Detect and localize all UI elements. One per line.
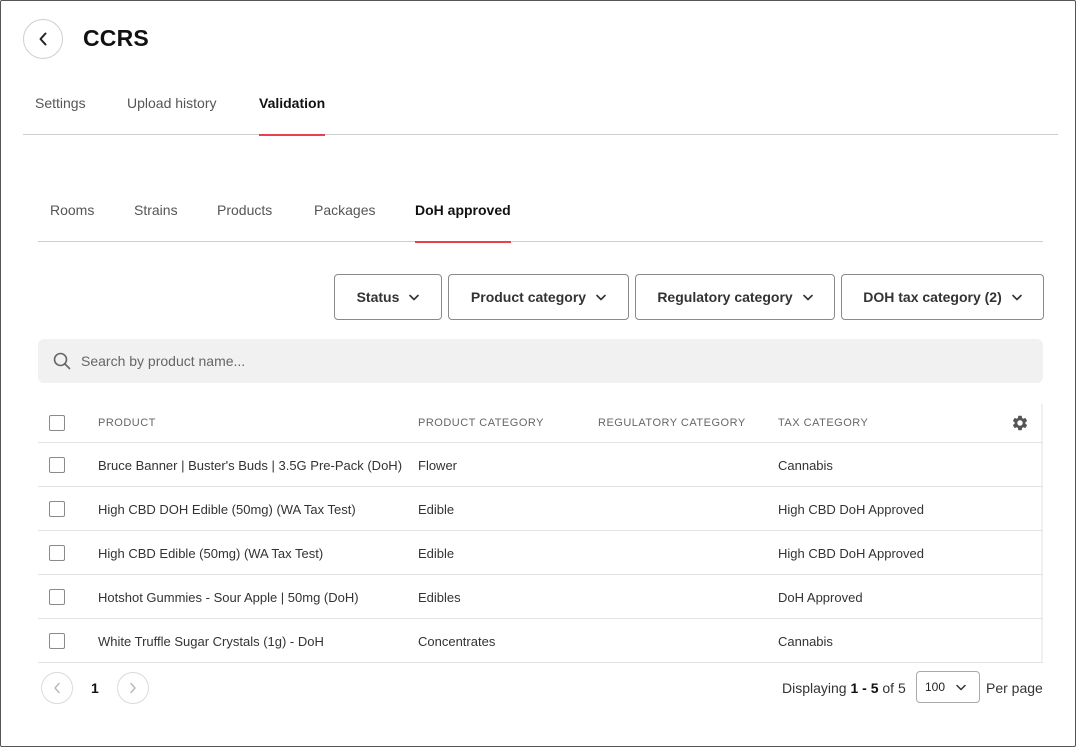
status-filter-button[interactable]: Status (334, 274, 442, 320)
cell-tax-category: High CBD DoH Approved (778, 546, 924, 561)
status-filter-label: Status (356, 289, 400, 305)
cell-product: High CBD DOH Edible (50mg) (WA Tax Test) (98, 502, 356, 517)
chevron-right-icon (130, 682, 136, 694)
cell-product: Hotshot Gummies - Sour Apple | 50mg (DoH… (98, 590, 359, 605)
tab-upload-history[interactable]: Upload history (127, 95, 217, 135)
tab-settings[interactable]: Settings (35, 95, 86, 135)
search-input[interactable] (81, 339, 1021, 383)
cell-product: High CBD Edible (50mg) (WA Tax Test) (98, 546, 324, 561)
per-page-label: Per page (986, 680, 1043, 696)
doh-tax-category-filter-button[interactable]: DOH tax category (2) (841, 274, 1044, 320)
products-table: PRODUCT PRODUCT CATEGORY REGULATORY CATE… (38, 404, 1043, 663)
table-header: PRODUCT PRODUCT CATEGORY REGULATORY CATE… (38, 404, 1043, 443)
column-header-product-category[interactable]: PRODUCT CATEGORY (418, 417, 544, 429)
table-row[interactable]: White Truffle Sugar Crystals (1g) - DoH … (38, 619, 1043, 663)
previous-page-button[interactable] (41, 672, 73, 704)
row-checkbox[interactable] (49, 589, 65, 605)
column-header-product[interactable]: PRODUCT (98, 417, 156, 429)
chevron-left-icon (54, 682, 60, 694)
displaying-of: of (882, 680, 895, 696)
sub-tab-bar: Rooms Strains Products Packages DoH appr… (38, 187, 1043, 243)
cell-product-category: Concentrates (418, 634, 496, 649)
chevron-down-icon (596, 294, 606, 300)
displaying-prefix: Displaying (782, 680, 847, 696)
tab-validation[interactable]: Validation (259, 95, 326, 136)
page-title: CCRS (83, 25, 149, 51)
displaying-total: 5 (897, 680, 906, 696)
cell-product-category: Flower (418, 458, 458, 473)
cell-product-category: Edible (418, 546, 455, 561)
cell-tax-category: High CBD DoH Approved (778, 502, 924, 517)
table-row[interactable]: Hotshot Gummies - Sour Apple | 50mg (DoH… (38, 575, 1043, 619)
cell-product-category: Edible (418, 502, 455, 517)
per-page-value: 100 (925, 680, 946, 694)
cell-tax-category: Cannabis (778, 634, 833, 649)
column-header-tax-category[interactable]: TAX CATEGORY (778, 417, 868, 429)
chevron-left-icon (39, 32, 47, 46)
product-category-filter-label: Product category (470, 289, 587, 305)
displaying-range: 1 - 5 (850, 680, 879, 696)
search-icon (53, 352, 71, 370)
select-all-checkbox[interactable] (49, 415, 65, 431)
regulatory-category-filter-button[interactable]: Regulatory category (635, 274, 835, 320)
table-row[interactable]: High CBD DOH Edible (50mg) (WA Tax Test)… (38, 487, 1043, 531)
row-checkbox[interactable] (49, 633, 65, 649)
per-page-select[interactable]: 100 (916, 671, 980, 703)
back-button[interactable] (23, 19, 63, 59)
cell-product-category: Edibles (418, 590, 461, 605)
subtab-packages[interactable]: Packages (314, 202, 375, 242)
chevron-down-icon (802, 294, 813, 300)
gear-icon[interactable] (1011, 414, 1029, 432)
subtab-rooms[interactable]: Rooms (50, 202, 94, 242)
cell-tax-category: Cannabis (778, 458, 833, 473)
subtab-doh-approved[interactable]: DoH approved (415, 202, 511, 243)
column-header-regulatory-category[interactable]: REGULATORY CATEGORY (598, 417, 746, 429)
product-category-filter-button[interactable]: Product category (448, 274, 629, 320)
top-tab-bar: Settings Upload history Validation (23, 80, 1058, 136)
chevron-down-icon (409, 294, 420, 300)
row-checkbox[interactable] (49, 457, 65, 473)
search-bar (38, 339, 1043, 383)
row-checkbox[interactable] (49, 545, 65, 561)
cell-tax-category: DoH Approved (778, 590, 863, 605)
next-page-button[interactable] (117, 672, 149, 704)
cell-product: White Truffle Sugar Crystals (1g) - DoH (98, 634, 324, 649)
row-checkbox[interactable] (49, 501, 65, 517)
doh-tax-category-filter-label: DOH tax category (2) (863, 289, 1002, 305)
table-row[interactable]: High CBD Edible (50mg) (WA Tax Test) Edi… (38, 531, 1043, 575)
page-number-current[interactable]: 1 (91, 680, 99, 696)
chevron-down-icon (1011, 294, 1022, 300)
subtab-products[interactable]: Products (217, 202, 272, 242)
displaying-count: Displaying 1 - 5 of 5 (782, 680, 906, 696)
chevron-down-icon (956, 684, 966, 691)
regulatory-category-filter-label: Regulatory category (657, 289, 793, 305)
table-row[interactable]: Bruce Banner | Buster's Buds | 3.5G Pre-… (38, 443, 1043, 487)
subtab-strains[interactable]: Strains (134, 202, 178, 242)
cell-product: Bruce Banner | Buster's Buds | 3.5G Pre-… (98, 458, 403, 473)
